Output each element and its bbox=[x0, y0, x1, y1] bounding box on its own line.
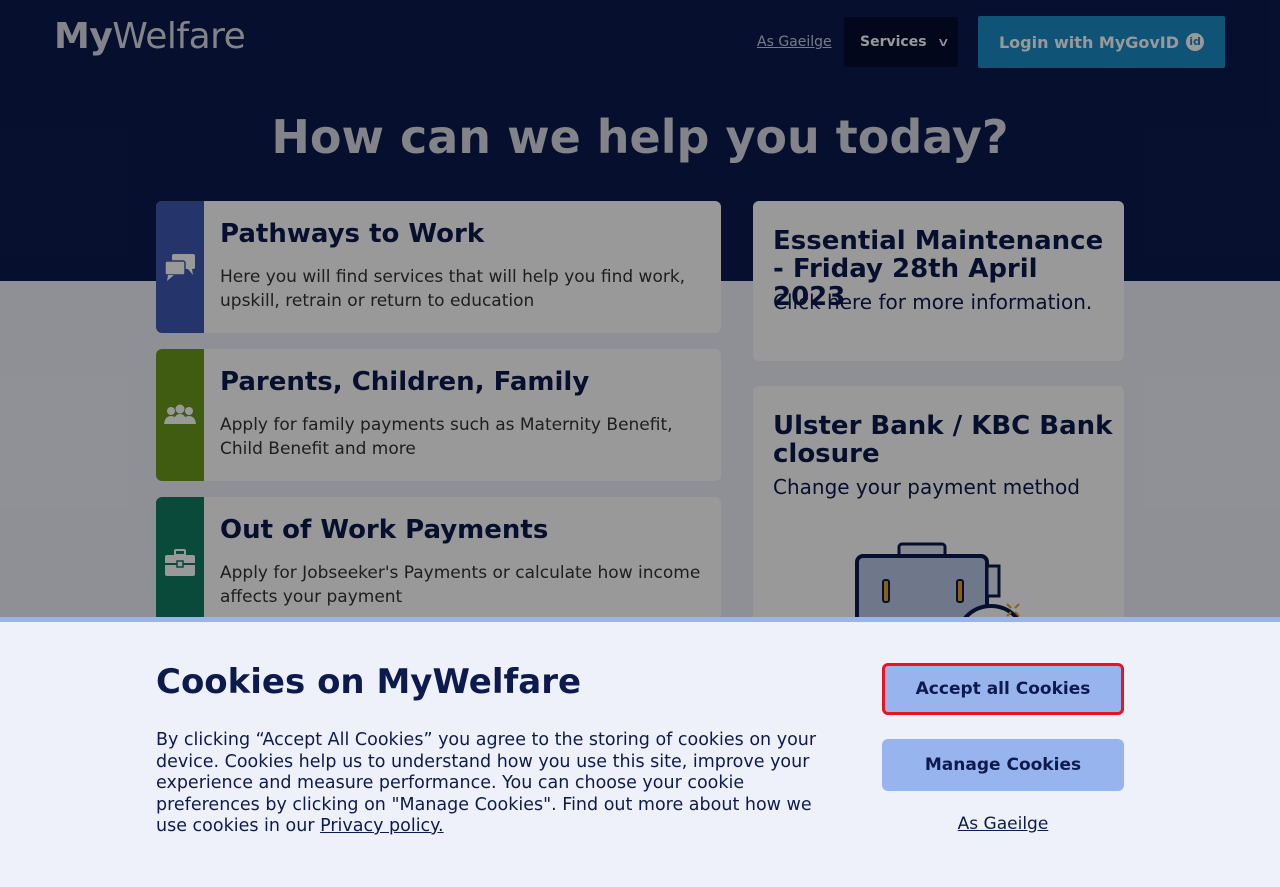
modal-overlay bbox=[0, 0, 1280, 617]
accept-all-cookies-button[interactable]: Accept all Cookies bbox=[882, 663, 1124, 715]
cookie-title: Cookies on MyWelfare bbox=[156, 662, 582, 702]
cookie-body-text: By clicking “Accept All Cookies” you agr… bbox=[156, 730, 817, 836]
cookie-language-link[interactable]: As Gaeilge bbox=[882, 814, 1124, 834]
cookie-banner: Cookies on MyWelfare By clicking “Accept… bbox=[0, 617, 1280, 887]
manage-cookies-button[interactable]: Manage Cookies bbox=[882, 739, 1124, 791]
cookie-description: By clicking “Accept All Cookies” you agr… bbox=[156, 730, 826, 838]
privacy-policy-link[interactable]: Privacy policy. bbox=[320, 816, 444, 836]
